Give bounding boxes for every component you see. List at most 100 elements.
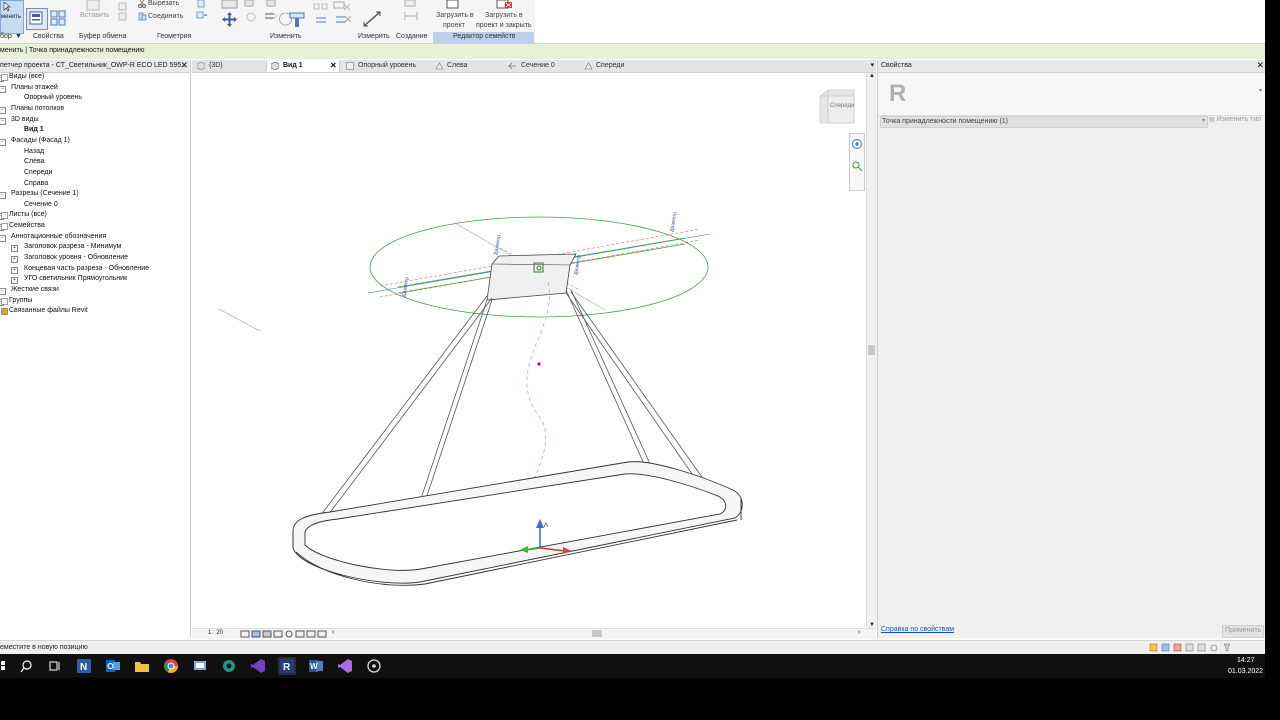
task-view-icon[interactable] (46, 657, 64, 675)
gitkraken-icon[interactable] (220, 657, 238, 675)
revit-icon[interactable]: R (278, 657, 296, 675)
tree-expander-icon[interactable]: − (0, 117, 6, 125)
tree-item[interactable]: Справа (0, 180, 188, 190)
pin-icon[interactable] (343, 2, 353, 26)
close-icon[interactable]: ✕ (180, 60, 188, 71)
tree-item[interactable]: Сечение 0 (0, 201, 188, 211)
tree-item[interactable]: − Планы этажей (0, 84, 188, 94)
tree-item[interactable]: − Разрезы (Сечение 1) (0, 190, 188, 200)
dimension-icon[interactable] (403, 0, 419, 28)
tree-item[interactable]: Назад (0, 148, 188, 158)
horizontal-scrollbar-thumb[interactable] (592, 630, 602, 637)
tree-expander-icon[interactable]: + (11, 256, 18, 264)
steering-wheel-icon[interactable] (851, 138, 863, 150)
load-and-close-label-2[interactable]: проект и закрыть (476, 22, 532, 29)
explorer-icon[interactable] (133, 657, 151, 675)
align-icon[interactable] (221, 0, 238, 10)
measure-icon[interactable] (362, 8, 384, 28)
type-properties-button[interactable] (26, 8, 48, 30)
remote-icon[interactable] (191, 657, 209, 675)
family-types-icon[interactable] (50, 10, 66, 28)
visual-studio-icon[interactable] (249, 657, 267, 675)
app-icon[interactable] (365, 657, 383, 675)
array-icon[interactable] (289, 12, 305, 28)
selection-filter-icons[interactable] (1148, 643, 1258, 653)
tree-item[interactable]: − Фасады (Фасад 1) (0, 137, 188, 147)
tab-menu-icon[interactable]: ▾ (870, 60, 874, 72)
tree-item[interactable]: − Планы потолков (0, 105, 188, 115)
tree-expander-icon[interactable]: − (0, 85, 6, 93)
start-icon[interactable] (0, 657, 10, 675)
scroll-right-icon[interactable]: › (858, 629, 860, 636)
load-and-close-label-1[interactable]: Загрузить в (485, 12, 523, 19)
word-icon[interactable]: W (307, 657, 325, 675)
type-dropdown-icon[interactable]: ▾ (1259, 87, 1262, 94)
edit-type-button[interactable]: ▤ Изменить тип (1209, 116, 1264, 126)
geometry-icon[interactable] (196, 0, 208, 26)
load-and-close-icon[interactable] (496, 0, 514, 10)
cut-label[interactable]: Вырезать (148, 0, 179, 7)
tree-expander-icon[interactable]: + (11, 277, 18, 285)
tree-item[interactable]: Слева (0, 158, 188, 168)
scrollbar-thumb[interactable] (868, 345, 875, 355)
detail-level-icon[interactable] (240, 630, 330, 638)
tree-item[interactable]: − Группы (0, 297, 188, 307)
scroll-left-icon[interactable]: ‹ (332, 629, 334, 636)
tree-item[interactable]: − Листы (все) (0, 211, 188, 221)
drawing-area[interactable]: Диаметр Диаметр Диаметр Диаметр Спереди (192, 73, 865, 628)
clock-time[interactable]: 14:27 (1237, 657, 1255, 664)
chrome-icon[interactable] (162, 657, 180, 675)
paste-icon[interactable] (84, 0, 102, 12)
model-view[interactable]: Диаметр Диаметр Диаметр Диаметр (192, 73, 865, 628)
tab-view-1[interactable]: Вид 1 ✕ (266, 60, 340, 72)
tab-reference-level[interactable]: Опорный уровень (342, 60, 430, 72)
paste-label[interactable]: Вставить (80, 12, 110, 19)
tree-item[interactable]: Связанные файлы Revit (0, 307, 188, 317)
tree-item[interactable]: Опорный уровень (0, 94, 188, 104)
close-icon[interactable]: ✕ (330, 60, 337, 72)
tree-item[interactable]: + Концевая часть разреза - Обновление (0, 265, 188, 275)
tree-expander-icon[interactable]: + (11, 245, 18, 253)
clipboard-small-icon[interactable] (118, 2, 127, 22)
outlook-icon[interactable] (104, 657, 122, 675)
join-icon[interactable] (138, 12, 147, 21)
tree-expander-icon[interactable]: − (0, 234, 6, 242)
load-into-project-label-2[interactable]: проект (443, 22, 465, 29)
tree-item[interactable]: − Жесткие связи (0, 286, 188, 296)
tree-item[interactable]: + Заголовок разреза - Минимум (0, 243, 188, 253)
select-group-label[interactable]: бор (0, 33, 12, 42)
modify-button[interactable]: менить (0, 0, 24, 34)
type-selector[interactable]: Точка принадлежности помещению (1) ▾ (880, 116, 1208, 128)
load-into-project-label-1[interactable]: Загрузить в (436, 12, 474, 19)
zoom-icon[interactable] (851, 160, 863, 172)
tree-item[interactable]: Вид 1 (0, 126, 188, 136)
clock-date[interactable]: 01.03.2022 (1228, 668, 1263, 675)
tab-front[interactable]: Спереди (584, 60, 664, 72)
onenote-icon[interactable]: N (75, 657, 93, 675)
tree-expander-icon[interactable]: − (0, 192, 6, 200)
select-dropdown-icon[interactable]: ▼ (15, 33, 22, 42)
join-label[interactable]: Соединить (148, 13, 183, 20)
tree-item[interactable]: + УГО светильник Прямоугольник (0, 275, 188, 285)
tree-item[interactable]: −3D виды (0, 116, 188, 126)
tree-item[interactable]: + Заголовок уровня - Обновление (0, 254, 188, 264)
cut-icon[interactable] (138, 0, 146, 8)
move-icon[interactable] (221, 11, 238, 28)
scroll-up-icon[interactable]: ▲ (869, 73, 875, 79)
search-icon[interactable] (18, 657, 36, 675)
viewcube[interactable]: Спереди (818, 88, 854, 124)
load-into-project-icon[interactable] (446, 0, 460, 10)
tab-left[interactable]: Слева (432, 60, 502, 72)
tree-expander-icon[interactable]: − (0, 138, 6, 146)
vs-purple-icon[interactable] (336, 657, 354, 675)
properties-help-link[interactable]: Справка по свойствам (881, 626, 954, 633)
tab-3d[interactable]: {3D} (194, 60, 264, 72)
tab-section-0[interactable]: Сечение 0 (508, 60, 584, 72)
close-icon[interactable]: ✕ (1256, 60, 1264, 71)
tree-expander-icon[interactable]: + (11, 266, 18, 274)
offset-icon[interactable] (243, 0, 293, 28)
apply-button[interactable]: Применить (1222, 625, 1264, 638)
tree-expander-icon[interactable]: − (0, 288, 6, 295)
tree-item[interactable]: − Аннотационные обозначения (0, 233, 188, 243)
tree-item[interactable]: − Виды (все) (0, 73, 188, 83)
